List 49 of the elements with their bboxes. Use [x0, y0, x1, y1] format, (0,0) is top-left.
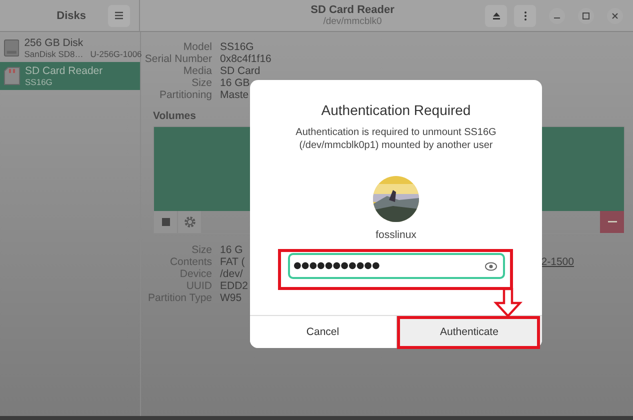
sidebar-title: Disks	[56, 10, 86, 22]
detail-value: FAT (	[220, 256, 245, 268]
stop-icon	[162, 218, 170, 226]
menu-button[interactable]	[108, 4, 130, 26]
volumes-heading: Volumes	[153, 110, 196, 122]
disk-list-item[interactable]: 256 GB Disk SanDisk SD8… U-256G-1006	[0, 34, 140, 62]
detail-label: Media	[183, 65, 212, 77]
eject-icon	[492, 12, 500, 20]
stop-button[interactable]	[154, 211, 178, 233]
disk-model: SanDisk SD8…	[24, 49, 84, 59]
detail-value: /dev/	[220, 268, 243, 280]
disk-serial: U-256G-1006	[90, 49, 142, 59]
detail-label: Partitioning	[159, 89, 212, 101]
detail-label: Size	[192, 77, 212, 89]
minimize-button[interactable]	[549, 8, 565, 24]
detail-value: W95	[220, 292, 242, 304]
detail-value: SS16G	[220, 41, 254, 53]
dialog-title: Authentication Required	[321, 102, 471, 118]
window-subtitle: /dev/mmcblk0	[323, 16, 382, 27]
more-icon	[524, 10, 526, 20]
disk-model: SS16G	[25, 77, 52, 87]
dialog-message: Authentication is required to unmount SS16G (/dev/mmcblk0p1) mounted by another user	[294, 126, 498, 152]
delete-partition-button[interactable]	[600, 211, 624, 233]
detail-label: Serial Number	[144, 53, 212, 65]
detail-label: Model	[183, 41, 212, 53]
eject-button[interactable]	[485, 4, 507, 26]
settings-icon	[184, 216, 196, 228]
maximize-icon	[582, 12, 590, 20]
minus-icon	[608, 221, 616, 223]
close-icon	[611, 12, 619, 20]
disk-name: 256 GB Disk	[24, 37, 84, 49]
cancel-button[interactable]: Cancel	[250, 316, 396, 348]
detail-value: EDD2	[220, 280, 248, 292]
disk-name: SD Card Reader	[25, 65, 103, 77]
password-field[interactable]: ●●●●●●●●●●●	[288, 253, 504, 279]
maximize-button[interactable]	[578, 8, 594, 24]
sd-card-icon	[4, 67, 20, 85]
window-title: SD Card Reader	[310, 4, 394, 16]
detail-value: SD Card	[220, 65, 260, 77]
detail-value: 16 G	[220, 244, 243, 256]
menu-icon	[114, 11, 124, 20]
user-name: fosslinux	[376, 229, 416, 241]
detail-value: Maste	[220, 89, 249, 101]
close-button[interactable]	[607, 8, 623, 24]
detail-value: 16 GB	[220, 77, 250, 89]
arrow-annotation	[493, 288, 523, 318]
eye-icon[interactable]	[484, 262, 496, 270]
settings-button[interactable]	[178, 211, 202, 233]
detail-value: 0x8c4f1f16	[220, 53, 272, 65]
